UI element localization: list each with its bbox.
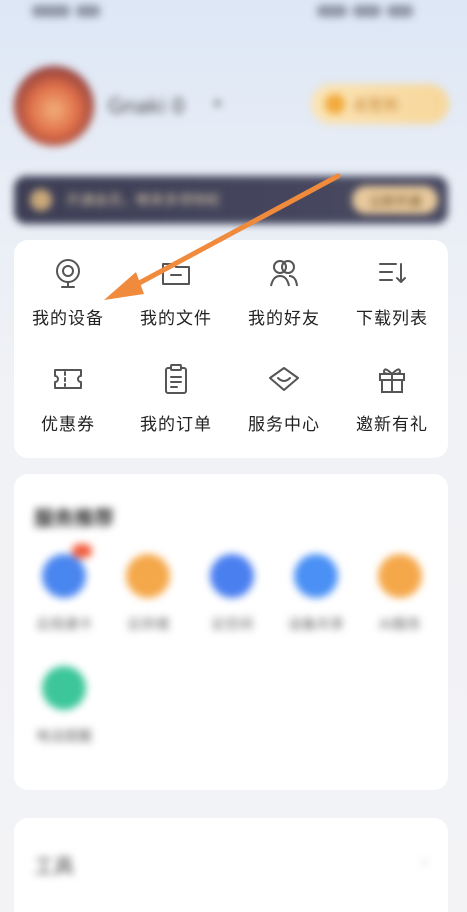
sign-in-button[interactable]: 去签到	[311, 84, 449, 124]
grid-item-download-list[interactable]: 下载列表	[338, 240, 446, 336]
order-icon	[165, 364, 187, 394]
grid-item-my-devices[interactable]: 我的设备	[14, 240, 122, 336]
grid-label: 我的订单	[140, 415, 212, 435]
ai-service-icon	[378, 554, 422, 598]
phone-icon	[42, 666, 86, 710]
rec-label: 云存储	[127, 617, 169, 633]
chevron-down-icon[interactable]: ▾	[214, 96, 221, 112]
coupon-icon	[54, 369, 82, 389]
vip-crown-icon	[30, 189, 52, 211]
rec-label: 云空间	[211, 617, 253, 633]
grid-item-my-friends[interactable]: 我的好友	[230, 240, 338, 336]
grid-label: 下载列表	[356, 309, 428, 329]
grid-item-my-files[interactable]: 我的文件	[122, 240, 230, 336]
chevron-right-icon: ›	[421, 852, 428, 871]
grid-label: 我的设备	[32, 309, 104, 329]
service-center-icon	[269, 367, 299, 391]
status-bar	[0, 0, 467, 26]
section-title: 服务推荐	[34, 506, 114, 530]
cloud-storage-icon	[126, 554, 170, 598]
tools-card[interactable]: 工具 ›	[14, 818, 448, 912]
status-icons	[317, 2, 427, 17]
function-grid-card: 我的设备 我的文件 我的好友 下载列表 优惠券 我的订单 服务中心 邀新有礼	[14, 240, 448, 458]
rec-item-phone-alert[interactable]: 电话提醒	[24, 666, 104, 746]
rec-item-cloud-space[interactable]: 云空间	[192, 554, 272, 634]
download-list-icon	[379, 263, 406, 283]
grid-item-invite-gift[interactable]: 邀新有礼	[338, 346, 446, 442]
grid-item-my-orders[interactable]: 我的订单	[122, 346, 230, 442]
grid-label: 优惠券	[41, 415, 95, 435]
rec-item-cloud-card[interactable]: 云视通卡	[24, 544, 104, 634]
rec-label: AI服务	[379, 617, 421, 633]
cloud-card-icon	[42, 554, 86, 598]
username[interactable]: Gnaki 0	[108, 94, 185, 118]
rec-item-device-share[interactable]: 设备共享	[276, 554, 356, 634]
section-title: 工具	[34, 854, 74, 878]
avatar[interactable]	[14, 66, 94, 146]
rec-label: 电话提醒	[36, 729, 92, 745]
rec-label: 云视通卡	[36, 617, 92, 633]
gift-icon	[379, 368, 405, 393]
new-badge	[72, 544, 92, 558]
grid-label: 我的好友	[248, 309, 320, 329]
status-time	[32, 2, 122, 17]
cloud-space-icon	[210, 554, 254, 598]
rec-item-cloud-storage[interactable]: 云存储	[108, 554, 188, 634]
grid-item-service-center[interactable]: 服务中心	[230, 346, 338, 442]
vip-banner-text: 开通会员，畅享多项特权	[66, 193, 220, 209]
vip-banner[interactable]: 开通会员，畅享多项特权 立即开通	[14, 176, 448, 224]
friends-icon	[270, 260, 298, 287]
grid-item-coupons[interactable]: 优惠券	[14, 346, 122, 442]
grid-label: 邀新有礼	[356, 415, 428, 435]
rec-label: 设备共享	[288, 617, 344, 633]
folder-icon	[162, 263, 190, 285]
coin-icon	[325, 94, 345, 114]
sign-in-label: 去签到	[353, 95, 399, 114]
camera-device-icon	[56, 259, 80, 288]
vip-open-button[interactable]: 立即开通	[352, 186, 438, 214]
rec-item-ai-service[interactable]: AI服务	[360, 554, 440, 634]
grid-label: 我的文件	[140, 309, 212, 329]
service-recommend-card: 服务推荐 云视通卡 云存储 云空间 设备共享 AI服务 电话提醒	[14, 474, 448, 790]
device-share-icon	[294, 554, 338, 598]
grid-label: 服务中心	[248, 415, 320, 435]
